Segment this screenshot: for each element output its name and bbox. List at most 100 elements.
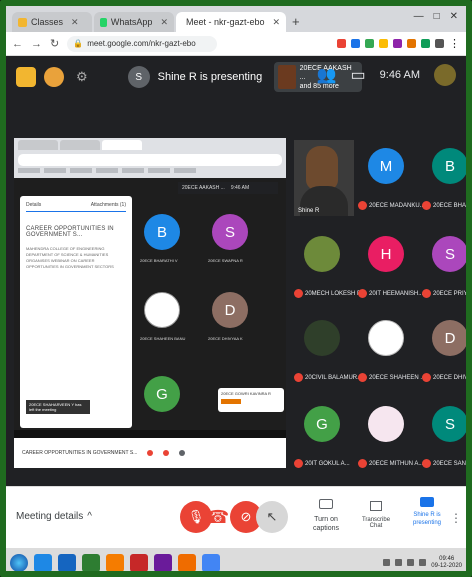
participant-tile[interactable]: M 20ECE MADANKU... bbox=[358, 140, 425, 212]
back-icon[interactable]: ← bbox=[12, 38, 23, 50]
more-options-icon[interactable]: ⋮ bbox=[450, 511, 462, 525]
browser-tab[interactable]: Meet - nkr-gazt-ebo ✕ bbox=[176, 12, 286, 32]
presented-toast: 20ECE SHAHARVEEN Y has left the meeting bbox=[26, 400, 90, 414]
participant-tile[interactable]: 20CIVIL BALAMUR... bbox=[294, 312, 362, 384]
system-tray: 09:46 09-12-2020 bbox=[383, 556, 462, 570]
participant-name: 20ECE MITHUN A... bbox=[369, 460, 424, 467]
extension-icon[interactable] bbox=[435, 39, 444, 48]
presented-participant-name: 20ECE BHARATHI V bbox=[140, 258, 178, 263]
participant-label: 20ECE MITHUN A... bbox=[358, 459, 430, 468]
taskbar-app-icon[interactable] bbox=[202, 553, 220, 571]
extension-icon[interactable] bbox=[365, 39, 374, 48]
clock-time-text: 09:46 bbox=[439, 555, 455, 562]
participant-avatar: D bbox=[432, 320, 466, 356]
tab-close-icon[interactable]: ✕ bbox=[273, 17, 281, 28]
taskbar-app-icon[interactable] bbox=[82, 553, 100, 571]
extension-icon[interactable] bbox=[407, 39, 416, 48]
participant-name: 20CIVIL BALAMUR... bbox=[305, 374, 363, 381]
presented-participant-name: 20ECE SWAPNA R bbox=[208, 258, 243, 263]
captions-button[interactable]: Turn on captions bbox=[302, 499, 350, 533]
self-avatar[interactable] bbox=[434, 64, 456, 86]
tab-close-icon[interactable]: ✕ bbox=[160, 17, 168, 28]
taskbar-app-icon[interactable] bbox=[154, 553, 172, 571]
participant-tile[interactable]: 20MECH LOKESH P... bbox=[294, 228, 365, 300]
participant-name: 20ECE SANJAY B... bbox=[433, 460, 470, 467]
taskbar-app-icon[interactable] bbox=[34, 553, 52, 571]
meeting-details-label: Meeting details bbox=[16, 511, 84, 522]
reload-icon[interactable]: ↻ bbox=[50, 37, 59, 50]
browser-menu-icon[interactable]: ⋮ bbox=[449, 37, 460, 50]
participant-label: 20CIVIL BALAMUR... bbox=[294, 373, 366, 382]
chat-icon[interactable]: ▭ bbox=[351, 65, 366, 85]
participant-avatar bbox=[368, 320, 404, 356]
transcribe-button[interactable]: Transcribe Chat bbox=[356, 501, 396, 529]
extension-icon[interactable] bbox=[421, 39, 430, 48]
participant-name: Shine R bbox=[298, 208, 320, 214]
chevron-up-icon: ^ bbox=[87, 511, 92, 522]
start-button-icon[interactable] bbox=[10, 553, 28, 571]
tab-favicon-icon bbox=[18, 17, 27, 27]
presented-participant-avatar: G bbox=[144, 376, 180, 412]
extension-icon[interactable] bbox=[379, 39, 388, 48]
tray-icon[interactable] bbox=[383, 559, 391, 566]
close-icon[interactable]: ✕ bbox=[450, 11, 458, 22]
volume-icon[interactable] bbox=[419, 559, 427, 566]
mic-muted-icon bbox=[422, 373, 431, 382]
presenter-avatar: S bbox=[127, 66, 150, 88]
emoji-reaction-icon[interactable] bbox=[44, 67, 64, 87]
presented-title: CAREER OPPORTUNITIES IN GOVERNMENT S... bbox=[26, 226, 114, 238]
participant-label: 20ECE SANJAY B... bbox=[422, 459, 470, 468]
taskbar-app-icon[interactable] bbox=[58, 553, 76, 571]
minimize-icon[interactable]: — bbox=[414, 11, 424, 22]
participant-tile[interactable]: H 20IT HEEMANISH... bbox=[358, 228, 423, 300]
people-icon[interactable]: 👥 bbox=[317, 65, 337, 85]
meeting-controls: Meeting details ^ 🎙 ☎ ⊘ ↖ Turn on captio… bbox=[6, 486, 466, 548]
new-tab-button[interactable]: + bbox=[292, 14, 300, 32]
url-field[interactable]: 🔒 meet.google.com/nkr-gazt-ebo bbox=[67, 35, 218, 52]
system-clock[interactable]: 09:46 09-12-2020 bbox=[431, 556, 462, 570]
taskbar-app-icon[interactable] bbox=[178, 553, 196, 571]
presenter-chip: S Shine R is presenting bbox=[127, 66, 262, 88]
tray-icon[interactable] bbox=[395, 559, 403, 566]
raise-hand-icon[interactable] bbox=[16, 67, 36, 87]
cursor-icon: ↖ bbox=[266, 509, 278, 524]
participant-tile[interactable]: S 20ECE SANJAY B... bbox=[422, 398, 470, 470]
meeting-details-button[interactable]: Meeting details ^ bbox=[16, 511, 92, 522]
pointer-button[interactable]: ↖ bbox=[256, 501, 288, 533]
tray-icon[interactable] bbox=[407, 559, 415, 566]
clock-date-text: 09-12-2020 bbox=[431, 562, 462, 569]
presented-chat-title: 20ECE GOWRI KAVINRA R bbox=[221, 391, 271, 396]
extension-icon[interactable] bbox=[393, 39, 402, 48]
participant-tile[interactable]: 20ECE MITHUN A... bbox=[358, 398, 423, 470]
maximize-icon[interactable]: □ bbox=[434, 11, 440, 22]
participant-avatar bbox=[368, 406, 404, 442]
forward-icon[interactable]: → bbox=[31, 38, 42, 50]
participant-tile[interactable]: D 20ECE DHIVYASH... bbox=[422, 312, 466, 384]
presented-participant-avatar bbox=[144, 292, 180, 328]
participant-tile[interactable]: 20ECE SHAHEEN ... bbox=[358, 312, 425, 384]
presented-bottom-bar: CAREER OPPORTUNITIES IN GOVERNMENT S... bbox=[14, 438, 286, 468]
gear-icon[interactable]: ⚙ bbox=[76, 69, 88, 85]
extension-icon[interactable] bbox=[337, 39, 346, 48]
presenter-camera-tile[interactable]: Shine R bbox=[294, 140, 354, 216]
participant-tile[interactable]: G 20IT GOKUL A... bbox=[294, 398, 350, 470]
extension-icon[interactable] bbox=[351, 39, 360, 48]
participant-label: 20IT HEEMANISH... bbox=[358, 289, 430, 298]
taskbar-app-icon[interactable] bbox=[130, 553, 148, 571]
browser-tab[interactable]: WhatsApp ✕ bbox=[94, 12, 174, 32]
participant-avatar: H bbox=[368, 236, 404, 272]
presented-participant-avatar: D bbox=[212, 292, 248, 328]
browser-tab[interactable]: Classes ✕ bbox=[12, 12, 92, 32]
presented-chat-popup: 20ECE GOWRI KAVINRA R bbox=[218, 388, 284, 412]
browser-tab-strip: Classes ✕ WhatsApp ✕ Meet - nkr-gazt-ebo… bbox=[6, 6, 466, 32]
taskbar-app-icon[interactable] bbox=[106, 553, 124, 571]
participant-tile[interactable]: S 20ECE PRIYA B... bbox=[422, 228, 466, 300]
present-status-button[interactable]: Shine R is presenting bbox=[404, 497, 450, 527]
taskbar-pinned-apps bbox=[34, 553, 220, 571]
tab-favicon-icon bbox=[100, 17, 107, 27]
participant-name: 20MECH LOKESH P... bbox=[305, 290, 366, 297]
participant-tile[interactable]: B 20ECE BHARANIK... bbox=[422, 140, 466, 212]
mic-muted-icon bbox=[358, 373, 367, 382]
tab-close-icon[interactable]: ✕ bbox=[71, 17, 79, 28]
presenting-label: Shine R is presenting bbox=[412, 512, 442, 526]
